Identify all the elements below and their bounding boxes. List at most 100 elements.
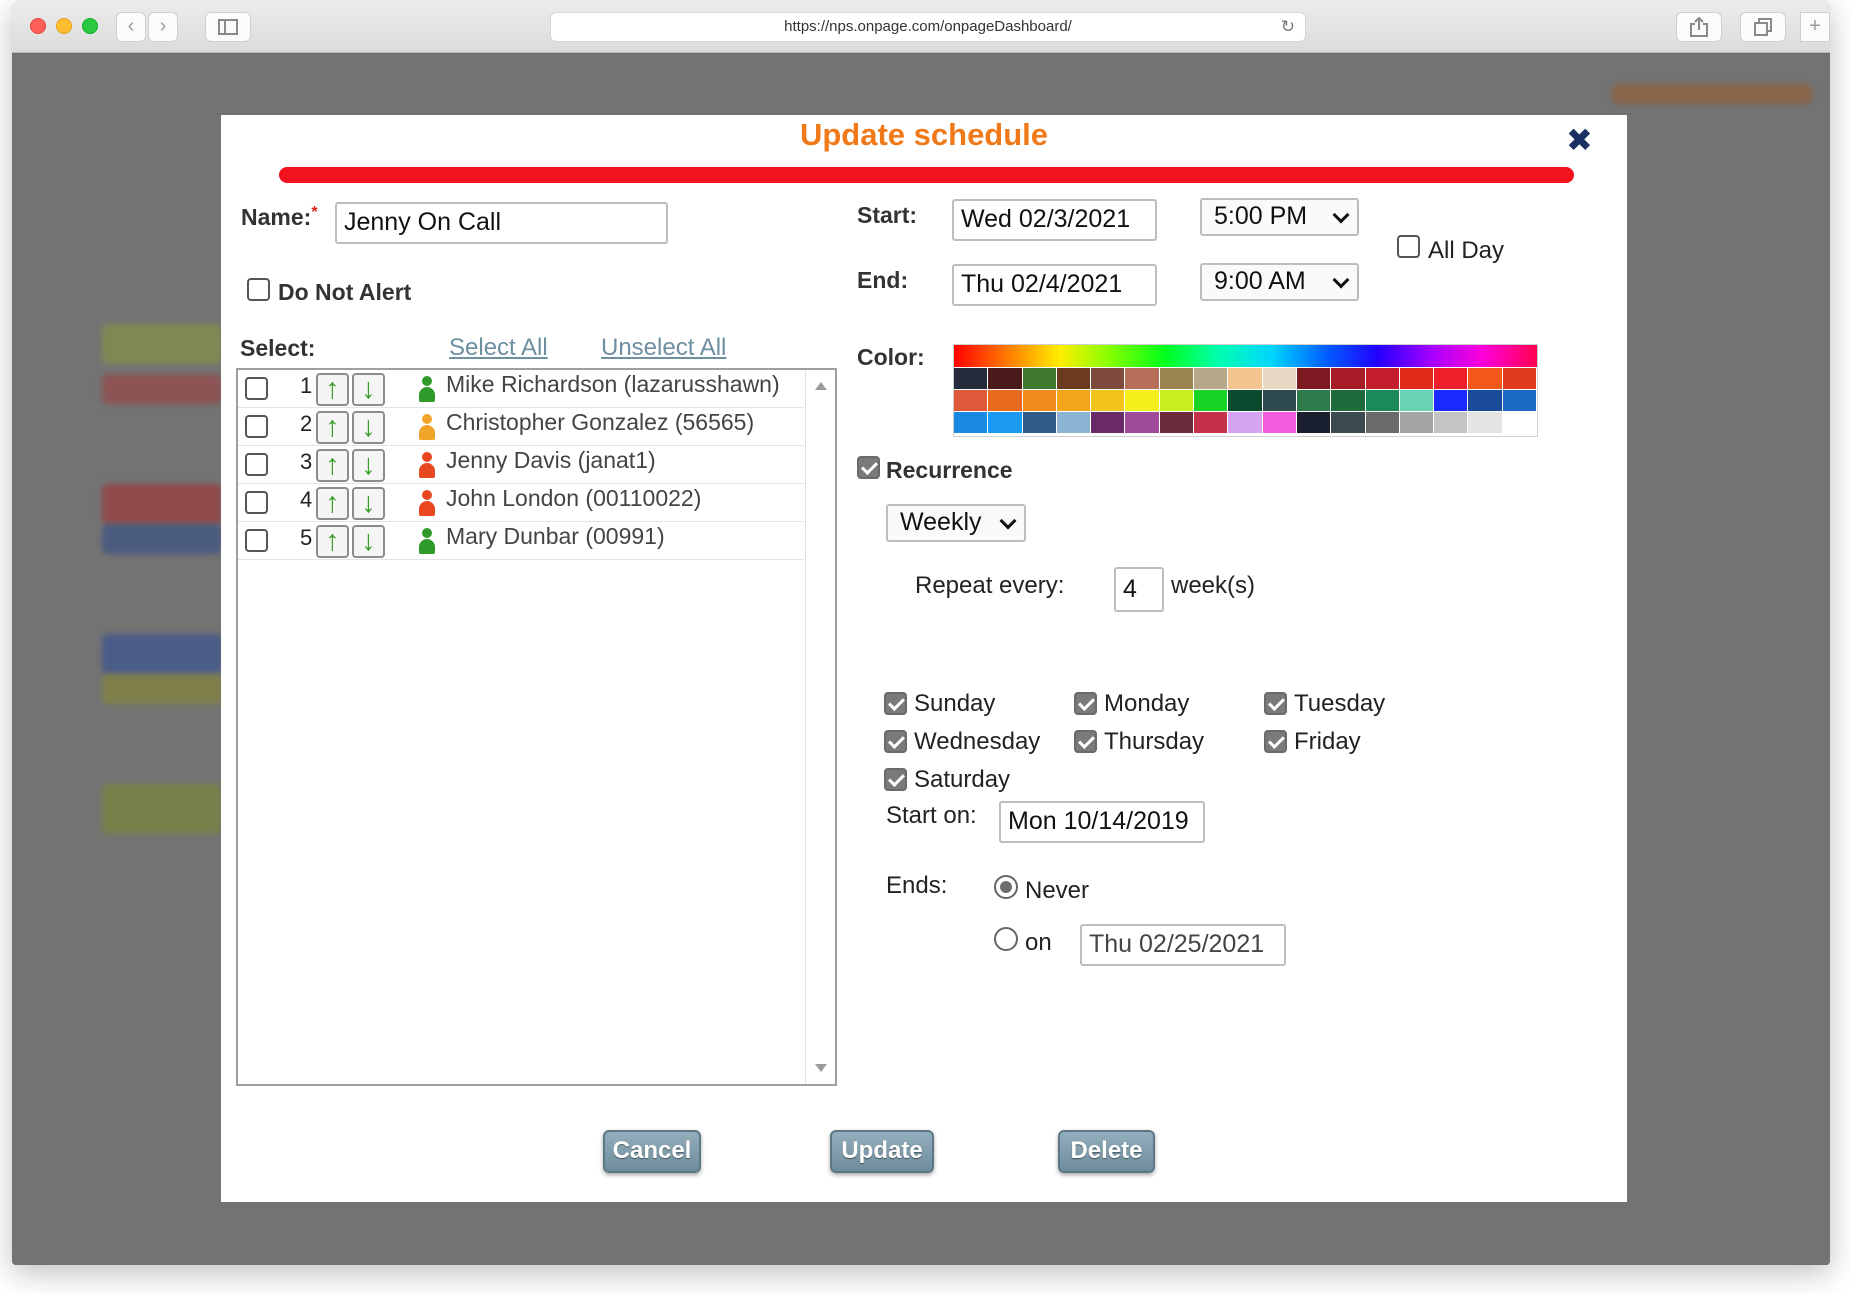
sidebar-toggle-icon[interactable] bbox=[205, 12, 251, 42]
start-time-select[interactable]: 5:00 PM bbox=[1200, 198, 1359, 236]
color-swatch[interactable] bbox=[1331, 412, 1366, 434]
move-down-icon[interactable]: ↓ bbox=[352, 411, 385, 444]
member-select-checkbox[interactable] bbox=[245, 377, 268, 400]
color-swatch[interactable] bbox=[954, 368, 989, 390]
color-swatch[interactable] bbox=[1365, 390, 1400, 412]
color-swatch[interactable] bbox=[1056, 412, 1092, 434]
address-bar[interactable]: https://nps.onpage.com/onpageDashboard/ … bbox=[550, 12, 1306, 42]
color-swatch[interactable] bbox=[1296, 368, 1332, 390]
move-up-icon[interactable]: ↑ bbox=[316, 373, 349, 406]
zoom-window-button[interactable] bbox=[82, 18, 98, 34]
new-tab-icon[interactable]: + bbox=[1800, 12, 1830, 42]
color-swatch[interactable] bbox=[1091, 368, 1126, 390]
list-item[interactable]: 5 ↑ ↓ Mary Dunbar (00991) bbox=[238, 522, 804, 560]
color-swatch-grid[interactable] bbox=[954, 368, 1537, 434]
cancel-button[interactable]: Cancel bbox=[603, 1130, 701, 1173]
color-swatch[interactable] bbox=[1228, 412, 1263, 434]
delete-button[interactable]: Delete bbox=[1058, 1130, 1155, 1173]
move-down-icon[interactable]: ↓ bbox=[352, 487, 385, 520]
color-swatch[interactable] bbox=[1331, 368, 1366, 390]
share-icon[interactable] bbox=[1676, 12, 1722, 42]
move-down-icon[interactable]: ↓ bbox=[352, 525, 385, 558]
scroll-down-icon[interactable] bbox=[815, 1064, 827, 1072]
color-swatch[interactable] bbox=[1468, 390, 1503, 412]
move-up-icon[interactable]: ↑ bbox=[316, 449, 349, 482]
color-swatch[interactable] bbox=[988, 390, 1023, 412]
reload-icon[interactable]: ↻ bbox=[1281, 13, 1295, 41]
list-item[interactable]: 1 ↑ ↓ Mike Richardson (lazarusshawn) bbox=[238, 370, 804, 408]
move-up-icon[interactable]: ↑ bbox=[316, 525, 349, 558]
day-thursday-checkbox[interactable] bbox=[1074, 730, 1097, 753]
member-select-checkbox[interactable] bbox=[245, 529, 268, 552]
member-select-checkbox[interactable] bbox=[245, 415, 268, 438]
day-wednesday-checkbox[interactable] bbox=[884, 730, 907, 753]
color-swatch[interactable] bbox=[954, 390, 989, 412]
color-swatch[interactable] bbox=[1296, 412, 1332, 434]
select-all-link[interactable]: Select All bbox=[449, 334, 548, 362]
color-swatch[interactable] bbox=[1365, 412, 1400, 434]
day-sunday-checkbox[interactable] bbox=[884, 692, 907, 715]
start-on-input[interactable]: Mon 10/14/2019 bbox=[999, 801, 1205, 843]
minimize-window-button[interactable] bbox=[56, 18, 72, 34]
color-swatch[interactable] bbox=[1399, 412, 1435, 434]
color-swatch[interactable] bbox=[1434, 412, 1469, 434]
color-swatch[interactable] bbox=[1091, 412, 1126, 434]
color-swatch[interactable] bbox=[1022, 368, 1057, 390]
do-not-alert-checkbox[interactable] bbox=[247, 278, 270, 301]
member-select-checkbox[interactable] bbox=[245, 491, 268, 514]
forward-icon[interactable]: › bbox=[148, 12, 178, 42]
scroll-up-icon[interactable] bbox=[815, 382, 827, 390]
start-date-input[interactable]: Wed 02/3/2021 bbox=[952, 199, 1157, 241]
end-time-select[interactable]: 9:00 AM bbox=[1200, 263, 1359, 301]
day-saturday-checkbox[interactable] bbox=[884, 768, 907, 791]
color-swatch[interactable] bbox=[1125, 412, 1160, 434]
color-swatch[interactable] bbox=[1228, 390, 1263, 412]
color-swatch[interactable] bbox=[1262, 390, 1297, 412]
list-scrollbar[interactable] bbox=[805, 370, 835, 1084]
color-swatch[interactable] bbox=[1502, 412, 1537, 434]
color-swatch[interactable] bbox=[1365, 368, 1400, 390]
move-down-icon[interactable]: ↓ bbox=[352, 373, 385, 406]
color-palette[interactable] bbox=[953, 344, 1538, 437]
color-swatch[interactable] bbox=[1194, 412, 1229, 434]
ends-on-date-input[interactable]: Thu 02/25/2021 bbox=[1080, 924, 1286, 966]
day-tuesday-checkbox[interactable] bbox=[1264, 692, 1287, 715]
ends-on-radio[interactable] bbox=[994, 927, 1018, 951]
color-swatch[interactable] bbox=[1056, 390, 1092, 412]
back-icon[interactable]: ‹ bbox=[116, 12, 146, 42]
color-swatch[interactable] bbox=[1091, 390, 1126, 412]
color-swatch[interactable] bbox=[1399, 368, 1435, 390]
unselect-all-link[interactable]: Unselect All bbox=[601, 334, 726, 362]
move-down-icon[interactable]: ↓ bbox=[352, 449, 385, 482]
color-swatch[interactable] bbox=[1125, 368, 1160, 390]
ends-never-radio[interactable] bbox=[994, 875, 1018, 899]
color-swatch[interactable] bbox=[1159, 412, 1195, 434]
member-select-checkbox[interactable] bbox=[245, 453, 268, 476]
list-item[interactable]: 3 ↑ ↓ Jenny Davis (janat1) bbox=[238, 446, 804, 484]
color-swatch[interactable] bbox=[1502, 368, 1537, 390]
frequency-select[interactable]: Weekly bbox=[886, 504, 1026, 542]
color-swatch[interactable] bbox=[1228, 368, 1263, 390]
color-swatch[interactable] bbox=[988, 412, 1023, 434]
color-swatch[interactable] bbox=[1468, 368, 1503, 390]
move-up-icon[interactable]: ↑ bbox=[316, 411, 349, 444]
recurrence-checkbox[interactable] bbox=[857, 456, 880, 479]
color-swatch[interactable] bbox=[1125, 390, 1160, 412]
color-swatch[interactable] bbox=[1468, 412, 1503, 434]
color-swatch[interactable] bbox=[1194, 368, 1229, 390]
color-swatch[interactable] bbox=[1262, 412, 1297, 434]
move-up-icon[interactable]: ↑ bbox=[316, 487, 349, 520]
color-swatch[interactable] bbox=[988, 368, 1023, 390]
color-swatch[interactable] bbox=[1399, 390, 1435, 412]
close-icon[interactable]: ✖ bbox=[1566, 121, 1593, 159]
color-swatch[interactable] bbox=[1022, 390, 1057, 412]
end-date-input[interactable]: Thu 02/4/2021 bbox=[952, 264, 1157, 306]
repeat-every-input[interactable]: 4 bbox=[1114, 567, 1164, 612]
color-swatch[interactable] bbox=[1159, 368, 1195, 390]
color-swatch[interactable] bbox=[954, 412, 989, 434]
color-swatch[interactable] bbox=[1056, 368, 1092, 390]
color-spectrum-strip[interactable] bbox=[954, 345, 1537, 367]
color-swatch[interactable] bbox=[1194, 390, 1229, 412]
color-swatch[interactable] bbox=[1434, 390, 1469, 412]
member-list[interactable]: 1 ↑ ↓ Mike Richardson (lazarusshawn) 2 ↑ ↓ Chri… bbox=[236, 368, 837, 1086]
